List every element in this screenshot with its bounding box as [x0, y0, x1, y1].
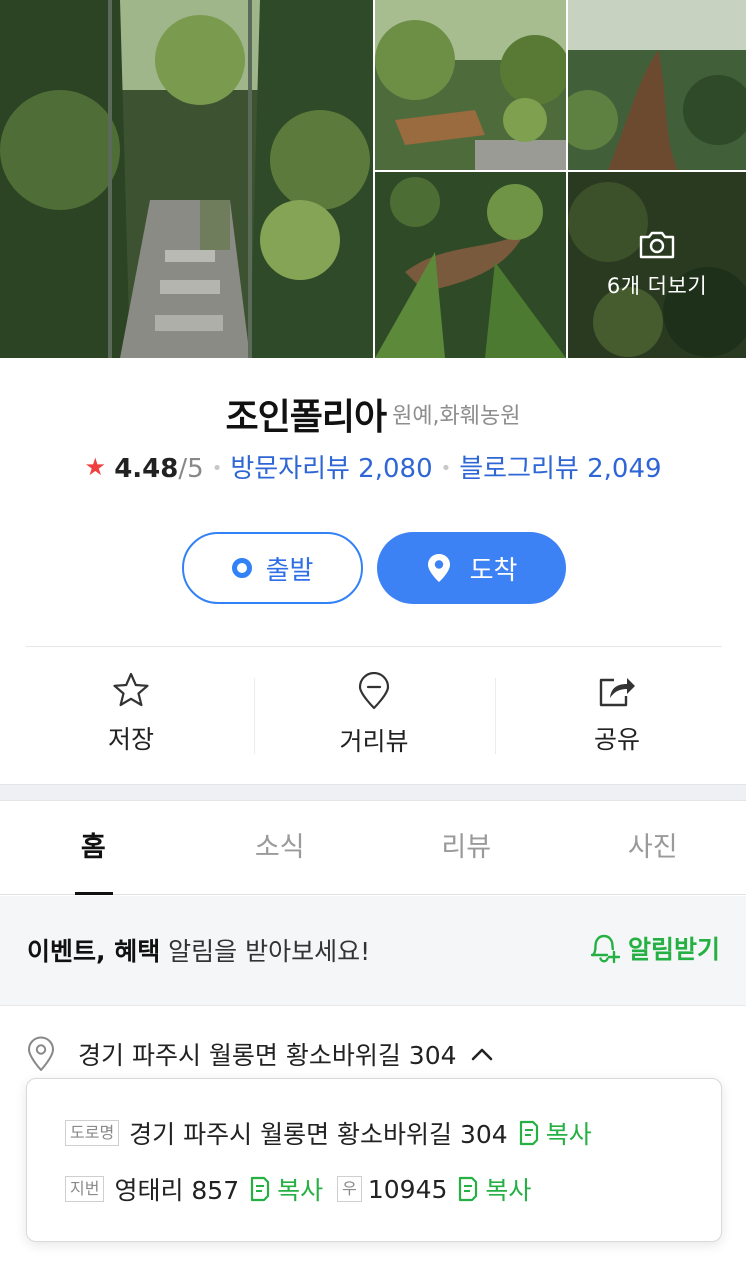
subscribe-alert-label: 알림받기 [627, 935, 720, 964]
address-main: 경기 파주시 월롱면 황소바위길 304 [78, 1041, 457, 1070]
more-photos-label: 6개 더보기 [606, 274, 708, 298]
more-photos-overlay[interactable]: 6개 더보기 [568, 172, 746, 358]
rating-row: ★ 4.48/5 • 방문자리뷰 2,080 • 블로그리뷰 2,049 [0, 448, 746, 485]
address-detail-card: 도로명 경기 파주시 월롱면 황소바위길 304 복사 지번 영태리 857 복… [26, 1078, 722, 1242]
road-address-value: 경기 파주시 월롱면 황소바위길 304 [129, 1120, 508, 1149]
tab-home[interactable]: 홈 [0, 801, 187, 895]
photo-gallery: 6개 더보기 [0, 0, 746, 358]
share-label: 공유 [593, 725, 640, 754]
copy-icon [251, 1176, 270, 1202]
star-outline-icon [113, 672, 149, 707]
copy-label: 복사 [277, 1176, 324, 1205]
copy-label: 복사 [485, 1176, 532, 1205]
zip-code-tag: 우 [337, 1176, 362, 1202]
rating-max: /5 [178, 454, 204, 484]
arrive-button[interactable]: 도착 [377, 532, 566, 604]
address-toggle[interactable]: 경기 파주시 월롱면 황소바위길 304 [26, 1036, 493, 1072]
share-icon [599, 678, 635, 707]
street-view-button[interactable]: 거리뷰 [274, 672, 474, 758]
street-view-pin-icon [358, 672, 390, 710]
tab-bar: 홈 소식 리뷰 사진 [0, 801, 746, 895]
copy-lot-address-button[interactable]: 복사 [249, 1171, 323, 1207]
depart-button[interactable]: 출발 [182, 532, 363, 604]
street-view-label: 거리뷰 [339, 727, 409, 756]
place-name: 조인폴리아 [225, 397, 387, 438]
tab-news[interactable]: 소식 [187, 801, 374, 894]
photo-2[interactable] [375, 0, 566, 170]
blog-reviews-link[interactable]: 블로그리뷰 2,049 [459, 454, 661, 484]
chevron-up-icon[interactable] [471, 1047, 493, 1061]
notification-banner: 이벤트, 혜택 알림을 받아보세요! 알림받기 [0, 896, 746, 1006]
visitor-reviews-link[interactable]: 방문자리뷰 2,080 [230, 454, 432, 484]
depart-label: 출발 [265, 555, 314, 586]
divider [26, 646, 722, 647]
photo-more[interactable]: 6개 더보기 [568, 172, 746, 358]
photo-4[interactable] [375, 172, 566, 358]
location-pin-icon [28, 1036, 54, 1071]
banner-text: 이벤트, 혜택 알림을 받아보세요! [27, 932, 370, 968]
banner-bold-text: 이벤트, 혜택 [27, 937, 161, 966]
copy-icon [459, 1176, 478, 1202]
subscribe-alert-button[interactable]: 알림받기 [588, 930, 720, 966]
cut-off-text [74, 1240, 554, 1262]
lot-address-tag: 지번 [65, 1176, 105, 1202]
banner-rest-text: 알림을 받아보세요! [160, 937, 371, 966]
tab-reviews[interactable]: 리뷰 [373, 801, 560, 894]
section-separator [0, 784, 746, 801]
share-button[interactable]: 공유 [517, 672, 717, 756]
copy-zip-code-button[interactable]: 복사 [457, 1171, 531, 1207]
place-category: 원예,화훼농원 [392, 404, 521, 429]
save-label: 저장 [107, 725, 154, 754]
camera-icon [639, 231, 675, 259]
divider [254, 678, 255, 754]
lot-address-row: 지번 영태리 857 복사 우 10945 복사 [65, 1171, 545, 1207]
arrive-label: 도착 [469, 555, 518, 586]
divider [495, 678, 496, 754]
origin-dot-icon [231, 558, 252, 578]
lot-address-value: 영태리 857 [114, 1176, 240, 1205]
dot-separator: • [440, 458, 452, 479]
zip-code-value: 10945 [367, 1174, 448, 1204]
copy-icon [519, 1120, 538, 1146]
road-address-row: 도로명 경기 파주시 월롱면 황소바위길 304 복사 [65, 1115, 606, 1151]
copy-label: 복사 [545, 1120, 592, 1149]
map-pin-icon [427, 554, 450, 582]
bell-plus-icon [590, 934, 621, 964]
dot-separator: • [211, 458, 223, 479]
main-photo[interactable] [0, 0, 373, 358]
road-address-tag: 도로명 [65, 1120, 120, 1146]
place-header: 조인폴리아 원예,화훼농원 [0, 388, 746, 440]
save-button[interactable]: 저장 [31, 672, 231, 756]
star-icon: ★ [84, 453, 106, 481]
photo-3[interactable] [568, 0, 746, 170]
rating-value: 4.48 [114, 454, 179, 484]
tab-photos[interactable]: 사진 [560, 801, 746, 894]
copy-road-address-button[interactable]: 복사 [518, 1115, 592, 1151]
